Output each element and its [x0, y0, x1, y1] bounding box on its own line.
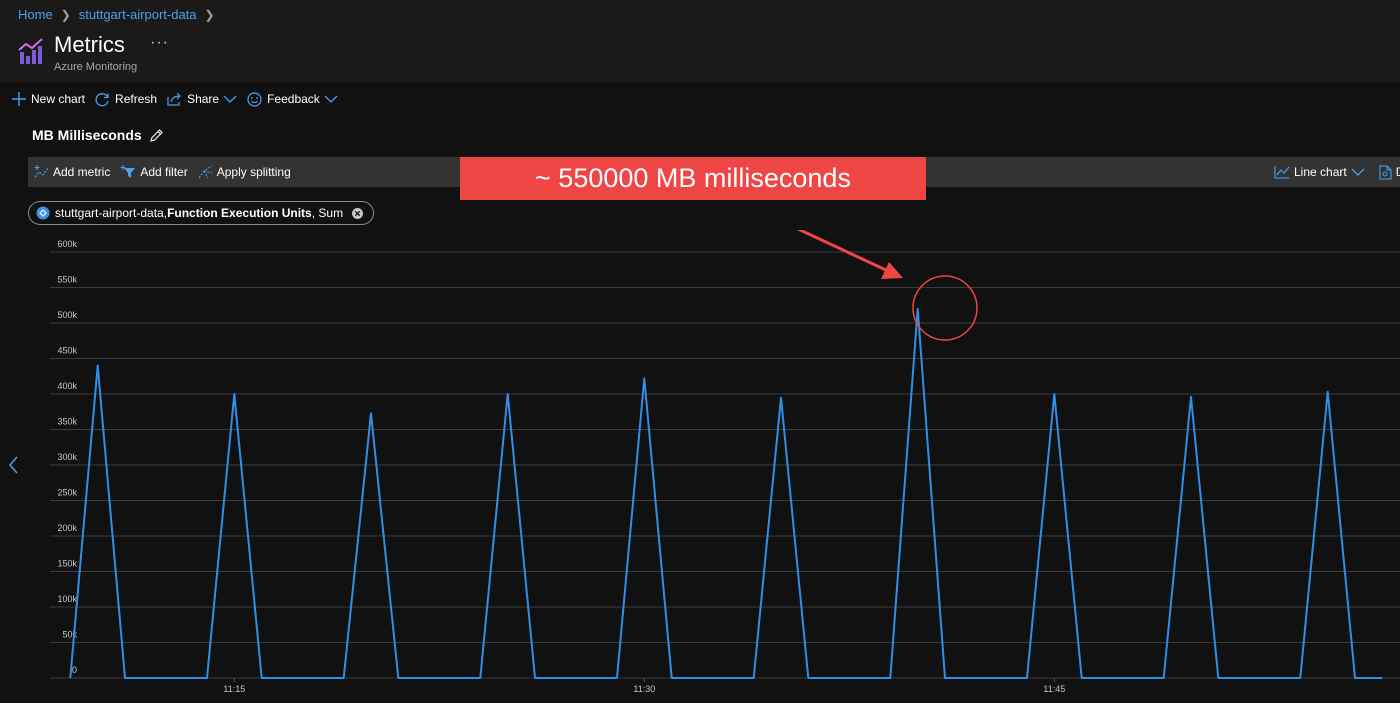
y-tick-label: 300k [57, 452, 77, 462]
breadcrumb: Home ❯ stuttgart-airport-data ❯ [18, 7, 223, 22]
chart-type-dropdown[interactable]: Line chart [1274, 165, 1369, 179]
line-chart-icon [1274, 166, 1290, 179]
metric-resource: stuttgart-airport-data, [55, 206, 168, 220]
annotation-callout: ~ 550000 MB milliseconds [460, 157, 926, 200]
x-axis-ticks: 11:15 11:30 11:45 [223, 678, 1065, 694]
chart-title-text: MB Milliseconds [32, 127, 142, 143]
function-app-icon [36, 206, 50, 220]
feedback-label: Feedback [267, 92, 320, 106]
command-bar: New chart Refresh Share Feedback [0, 86, 348, 112]
series-line [69, 307, 1383, 679]
more-options-icon[interactable]: ··· [150, 34, 169, 52]
y-tick-label: 550k [57, 275, 77, 285]
y-tick-label: 0 [72, 665, 77, 675]
y-tick-label: 600k [57, 239, 77, 249]
feedback-button[interactable]: Feedback [247, 91, 338, 107]
y-tick-label: 500k [57, 310, 77, 320]
chevron-right-icon: ❯ [60, 7, 71, 22]
metrics-line-chart: 050k100k150k200k250k300k350k400k450k500k… [50, 230, 1400, 694]
y-tick-label: 200k [57, 523, 77, 533]
y-tick-label: 150k [57, 559, 77, 569]
drilldown-button[interactable]: D [1379, 164, 1400, 180]
series-points [70, 309, 1382, 678]
add-metric-label: Add metric [53, 165, 111, 179]
x-tick-label: 11:15 [223, 684, 245, 694]
chevron-down-icon [223, 95, 237, 103]
y-tick-label: 350k [57, 417, 77, 427]
x-tick-label: 11:30 [633, 684, 655, 694]
close-icon[interactable] [352, 207, 364, 219]
metric-pill[interactable]: stuttgart-airport-data, Function Executi… [28, 201, 375, 225]
metric-name: Function Execution Units [167, 206, 312, 220]
pencil-icon[interactable] [149, 128, 164, 143]
refresh-label: Refresh [115, 92, 158, 106]
y-axis-ticks: 050k100k150k200k250k300k350k400k450k500k… [57, 239, 77, 675]
share-icon [167, 92, 181, 106]
page-subtitle: Azure Monitoring [54, 61, 138, 73]
new-chart-button[interactable]: New chart [12, 92, 85, 106]
apply-splitting-label: Apply splitting [216, 165, 291, 179]
add-filter-button[interactable]: Add filter [120, 165, 188, 179]
page-header: Home ❯ stuttgart-airport-data ❯ Metrics … [0, 0, 1400, 82]
smiley-icon [247, 91, 262, 107]
y-tick-label: 400k [57, 381, 77, 391]
y-tick-label: 100k [57, 594, 77, 604]
chart-title: MB Milliseconds [32, 127, 164, 143]
breadcrumb-home-link[interactable]: Home [18, 7, 53, 22]
callout-arrow [796, 230, 889, 273]
share-button[interactable]: Share [167, 92, 237, 106]
metric-aggregation: , Sum [311, 206, 344, 220]
callout-circle [912, 275, 978, 341]
document-icon [1379, 164, 1392, 180]
chart-type-label: Line chart [1294, 165, 1347, 179]
share-label: Share [187, 92, 220, 106]
add-filter-label: Add filter [140, 165, 188, 179]
y-tick-label: 450k [57, 346, 77, 356]
refresh-button[interactable]: Refresh [95, 92, 157, 107]
metrics-icon [18, 38, 43, 64]
plus-icon [12, 92, 26, 106]
apply-splitting-button[interactable]: Apply splitting [198, 165, 291, 179]
add-metric-icon [34, 165, 49, 178]
refresh-icon [95, 92, 109, 106]
chevron-down-icon [324, 95, 338, 103]
y-tick-label: 250k [57, 488, 77, 498]
drilldown-label: D [1396, 165, 1400, 179]
add-metric-button[interactable]: Add metric [34, 165, 110, 179]
page-title: Metrics [54, 32, 125, 57]
breadcrumb-resource-link[interactable]: stuttgart-airport-data [79, 7, 197, 22]
new-chart-label: New chart [31, 92, 86, 106]
x-tick-label: 11:45 [1043, 684, 1065, 694]
filter-icon [120, 165, 136, 178]
chevron-down-icon [1351, 168, 1365, 176]
chevron-right-icon: ❯ [204, 7, 215, 22]
splitting-icon [198, 165, 213, 179]
